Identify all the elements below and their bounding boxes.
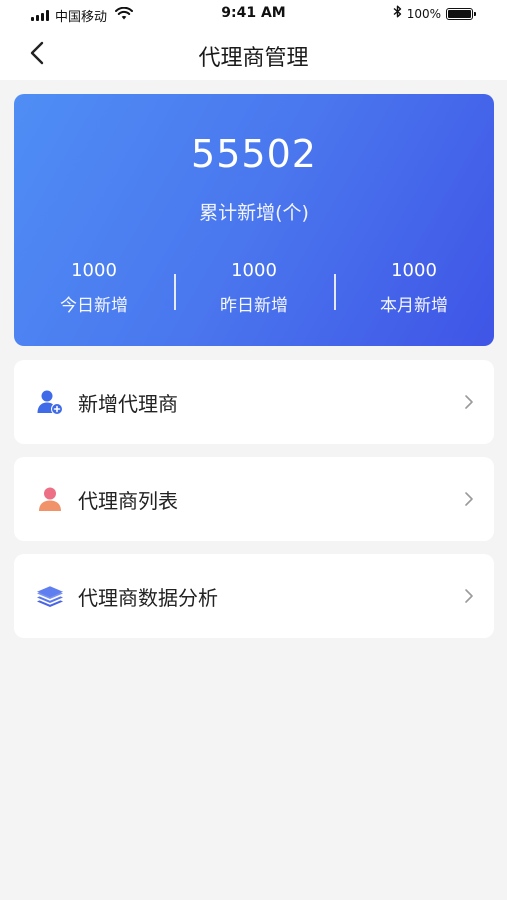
stat-month-label: 本月新增 [380, 296, 448, 316]
chevron-right-icon [465, 395, 473, 409]
menu-item-label: 新增代理商 [78, 391, 178, 416]
layers-icon [36, 582, 64, 610]
stats-card: 55502 累计新增(个) 1000 今日新增 1000 昨日新增 1000 本… [14, 94, 494, 346]
menu-item-label: 代理商列表 [78, 488, 178, 513]
menu-item-agent-analysis[interactable]: 代理商数据分析 [14, 554, 494, 638]
menu-item-label: 代理商数据分析 [78, 585, 218, 610]
status-right: 100% [393, 5, 476, 22]
add-user-icon [36, 388, 64, 416]
stat-month-value: 1000 [391, 260, 437, 281]
chevron-right-icon [465, 492, 473, 506]
nav-bar: 代理商管理 [0, 28, 507, 80]
menu-item-agent-list[interactable]: 代理商列表 [14, 457, 494, 541]
page-title: 代理商管理 [198, 46, 309, 71]
status-bar: 中国移动 9:41 AM 100% [0, 0, 507, 28]
stat-yesterday: 1000 昨日新增 [174, 258, 334, 322]
bluetooth-icon [393, 5, 402, 22]
stat-today-label: 今日新增 [60, 296, 128, 316]
stat-month: 1000 本月新增 [334, 258, 494, 322]
total-added-label: 累计新增(个) [199, 202, 309, 224]
total-added-value: 55502 [191, 132, 317, 176]
stat-yesterday-label: 昨日新增 [220, 296, 288, 316]
person-icon [36, 485, 64, 513]
stat-row: 1000 今日新增 1000 昨日新增 1000 本月新增 [14, 258, 494, 322]
stat-yesterday-value: 1000 [231, 260, 277, 281]
battery-icon [446, 7, 476, 20]
battery-percent: 100% [406, 6, 441, 21]
stat-today: 1000 今日新增 [14, 258, 174, 322]
stat-today-value: 1000 [71, 260, 117, 281]
menu-item-add-agent[interactable]: 新增代理商 [14, 360, 494, 444]
chevron-right-icon [465, 589, 473, 603]
